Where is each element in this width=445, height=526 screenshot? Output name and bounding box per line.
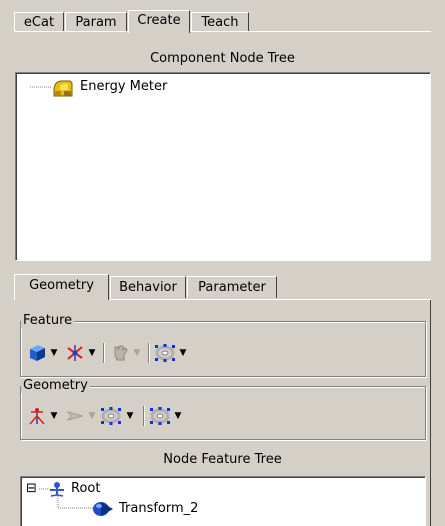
tab-label: Geometry — [29, 278, 94, 293]
panel-right-edge — [430, 300, 431, 526]
box-feature-icon — [30, 345, 45, 361]
tab-divider — [14, 31, 431, 32]
tab-label: Behavior — [119, 280, 177, 295]
tab-ecat[interactable]: eCat — [14, 12, 64, 32]
tab-behavior[interactable]: Behavior — [110, 276, 186, 298]
transform-feature-icon — [67, 345, 83, 361]
torus-geometry-dropdown[interactable]: ▼ — [124, 405, 136, 427]
toolbar-separator — [103, 343, 104, 363]
transform-node-icon — [93, 502, 113, 516]
component-node-tree[interactable]: Energy Meter — [15, 72, 431, 261]
torus-select-dropdown[interactable]: ▼ — [172, 405, 184, 427]
tab-label: Teach — [201, 15, 239, 30]
tab-label: Create — [137, 13, 181, 28]
tab-label: eCat — [23, 15, 55, 30]
torus-feature-icon — [155, 344, 175, 362]
tree-item-label: Transform_2 — [119, 501, 199, 516]
frame-geometry-icon — [29, 408, 45, 425]
hand-feature-dropdown[interactable]: ▼ — [131, 342, 143, 364]
torus-select-button[interactable] — [149, 405, 171, 427]
tab-param[interactable]: Param — [65, 12, 127, 32]
arrow-geometry-dropdown[interactable]: ▼ — [86, 405, 98, 427]
tree-connector-icon — [30, 86, 52, 88]
torus-select-icon — [150, 407, 170, 425]
tree-item-transform-2[interactable]: Transform_2 — [21, 490, 401, 518]
tab-label: Parameter — [198, 280, 266, 295]
node-feature-tree-title: Node Feature Tree — [163, 452, 282, 467]
tab-teach[interactable]: Teach — [191, 12, 249, 32]
frame-geometry-button[interactable] — [26, 405, 48, 427]
torus-feature-dropdown[interactable]: ▼ — [177, 342, 189, 364]
root-expander-icon[interactable]: ⊟ — [26, 480, 37, 498]
tree-item-energy-meter[interactable]: Energy Meter — [16, 78, 416, 97]
torus-geometry-button[interactable] — [100, 405, 122, 427]
toolbar-separator — [148, 343, 149, 363]
component-tree-title: Component Node Tree — [150, 51, 295, 66]
torus-feature-button[interactable] — [154, 342, 176, 364]
transform-feature-button[interactable] — [64, 342, 86, 364]
energy-meter-icon — [53, 80, 73, 97]
tab-geometry[interactable]: Geometry — [14, 274, 109, 300]
feature-group-label: Feature — [21, 313, 75, 328]
node-feature-tree[interactable]: ⊟ Root Transform_2 — [20, 476, 426, 526]
tab-parameter[interactable]: Parameter — [187, 276, 277, 298]
tree-item-label: Energy Meter — [80, 79, 168, 94]
frame-geometry-dropdown[interactable]: ▼ — [48, 405, 60, 427]
transform-feature-dropdown[interactable]: ▼ — [86, 342, 98, 364]
box-feature-button[interactable] — [26, 342, 48, 364]
arrow-geometry-button[interactable] — [64, 405, 86, 427]
box-feature-dropdown[interactable]: ▼ — [48, 342, 60, 364]
toolbar-separator — [143, 406, 144, 426]
hand-feature-button[interactable] — [109, 342, 131, 364]
geometry-group-label: Geometry — [21, 378, 90, 393]
tab-create[interactable]: Create — [128, 10, 190, 33]
hand-feature-icon — [114, 345, 128, 361]
arrow-geometry-icon — [66, 411, 84, 421]
torus-geometry-icon — [101, 407, 121, 425]
tab-label: Param — [75, 15, 117, 30]
